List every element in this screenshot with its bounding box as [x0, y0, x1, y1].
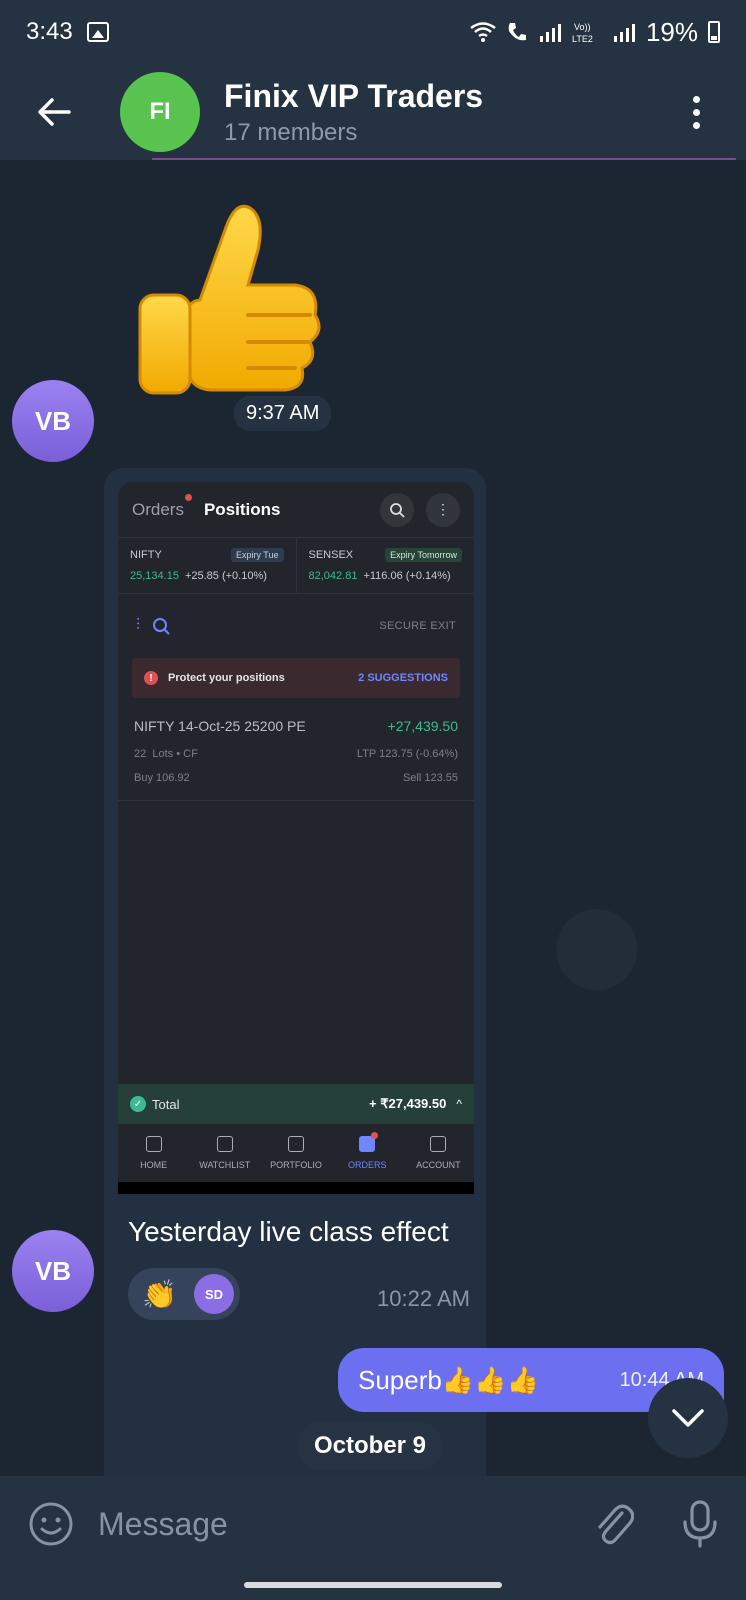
message-input[interactable]: [98, 1505, 538, 1543]
chat-area[interactable]: 9:37 AM VB Orders Positions ⋮ NIFTY Expir…: [0, 160, 746, 1476]
check-icon: ✓: [130, 1096, 146, 1112]
group-avatar[interactable]: FI: [120, 72, 200, 152]
shot-indices: NIFTY Expiry Tue 25,134.15 +25.85 (+0.10%)…: [118, 538, 474, 594]
status-time: 3:43: [26, 18, 73, 45]
chat-title: Finix VIP Traders: [224, 77, 484, 114]
nav-home: HOME: [118, 1124, 189, 1182]
sender-avatar[interactable]: VB: [12, 380, 94, 462]
member-count: 17 members: [224, 118, 358, 146]
svg-text:LTE2: LTE2: [572, 34, 593, 44]
shot-toolbar: ⫶ SECURE EXIT: [118, 594, 474, 658]
reaction-chip[interactable]: 👏 SD: [128, 1268, 240, 1320]
more-vert-icon[interactable]: [676, 82, 716, 142]
shot-tab-orders: Orders: [132, 493, 192, 520]
status-bar: 3:43 Vo)) LTE2 19%: [0, 0, 746, 64]
shot-tab-positions: Positions: [203, 499, 281, 519]
nav-watchlist: WATCHLIST: [189, 1124, 260, 1182]
chat-header: FI Finix VIP Traders 17 members: [0, 64, 746, 160]
back-arrow-icon: [38, 98, 71, 126]
chevron-down-icon: [672, 1409, 704, 1427]
nav-orders: ORDERS: [332, 1124, 403, 1182]
total-bar: ✓ Total + ₹27,439.50 ^: [118, 1084, 474, 1124]
outgoing-text: Superb👍👍👍: [358, 1364, 539, 1395]
signal-icon: [539, 24, 561, 42]
status-icons: Vo)) LTE2 19%: [470, 17, 720, 48]
sender-avatar[interactable]: VB: [12, 1230, 94, 1312]
battery-icon: [708, 21, 720, 43]
index-nifty: NIFTY Expiry Tue 25,134.15 +25.85 (+0.10%): [118, 538, 296, 593]
call-icon: [508, 23, 526, 41]
index-sensex: SENSEX Expiry Tomorrow 82,042.81 +116.06 (…: [295, 538, 475, 593]
position-row: NIFTY 14-Oct-25 25200 PE +27,439.50 22 L…: [118, 698, 474, 801]
mic-icon[interactable]: [682, 1500, 718, 1548]
shared-screenshot[interactable]: Orders Positions ⋮ NIFTY Expiry Tue 25,13…: [118, 482, 474, 1182]
protect-banner: ! Protect your positions 2 SUGGESTIONS: [132, 658, 460, 698]
emoji-icon[interactable]: [28, 1501, 74, 1547]
photo-caption: Yesterday live class effect: [128, 1216, 449, 1247]
date-divider: October 9: [298, 1422, 443, 1470]
reactor-avatar: SD: [194, 1274, 234, 1314]
wifi-icon: [470, 22, 496, 42]
photo-time: 10:22 AM: [377, 1286, 470, 1311]
svg-text:Vo)): Vo)): [574, 22, 591, 32]
system-nav-bar: [0, 1572, 746, 1600]
search-icon: [153, 618, 170, 635]
thumbs-up-sticker-icon[interactable]: [130, 190, 330, 400]
signal-icon: [613, 24, 635, 42]
alert-icon: !: [144, 671, 158, 685]
scroll-down-button[interactable]: [648, 1378, 728, 1458]
image-icon: [86, 22, 109, 42]
chevron-up-icon: ^: [456, 1097, 462, 1111]
composer: [0, 1476, 746, 1572]
shot-header: Orders Positions ⋮: [118, 482, 474, 538]
screenshot-bottom-edge: [118, 1182, 474, 1194]
clap-icon: 👏: [142, 1278, 177, 1310]
secure-exit-label: SECURE EXIT: [379, 620, 456, 632]
volte-icon: Vo)) LTE2: [572, 22, 593, 44]
chat-title-area[interactable]: Finix VIP Traders 17 members: [224, 78, 483, 147]
shot-bottom-nav: HOME WATCHLIST PORTFOLIO ORDERS ACCOUNT: [118, 1124, 474, 1182]
sticker-time: 9:37 AM: [234, 396, 332, 431]
nav-portfolio: PORTFOLIO: [260, 1124, 331, 1182]
search-icon: [380, 492, 414, 527]
more-vert-icon: ⋮: [426, 492, 460, 527]
filter-icon: ⫶: [136, 617, 141, 634]
battery-percent: 19%: [645, 16, 698, 47]
nav-account: ACCOUNT: [403, 1124, 474, 1182]
attach-icon[interactable]: [592, 1501, 634, 1547]
photo-message[interactable]: Orders Positions ⋮ NIFTY Expiry Tue 25,13…: [104, 468, 486, 1476]
back-button[interactable]: [24, 82, 84, 142]
home-indicator[interactable]: [244, 1582, 502, 1588]
